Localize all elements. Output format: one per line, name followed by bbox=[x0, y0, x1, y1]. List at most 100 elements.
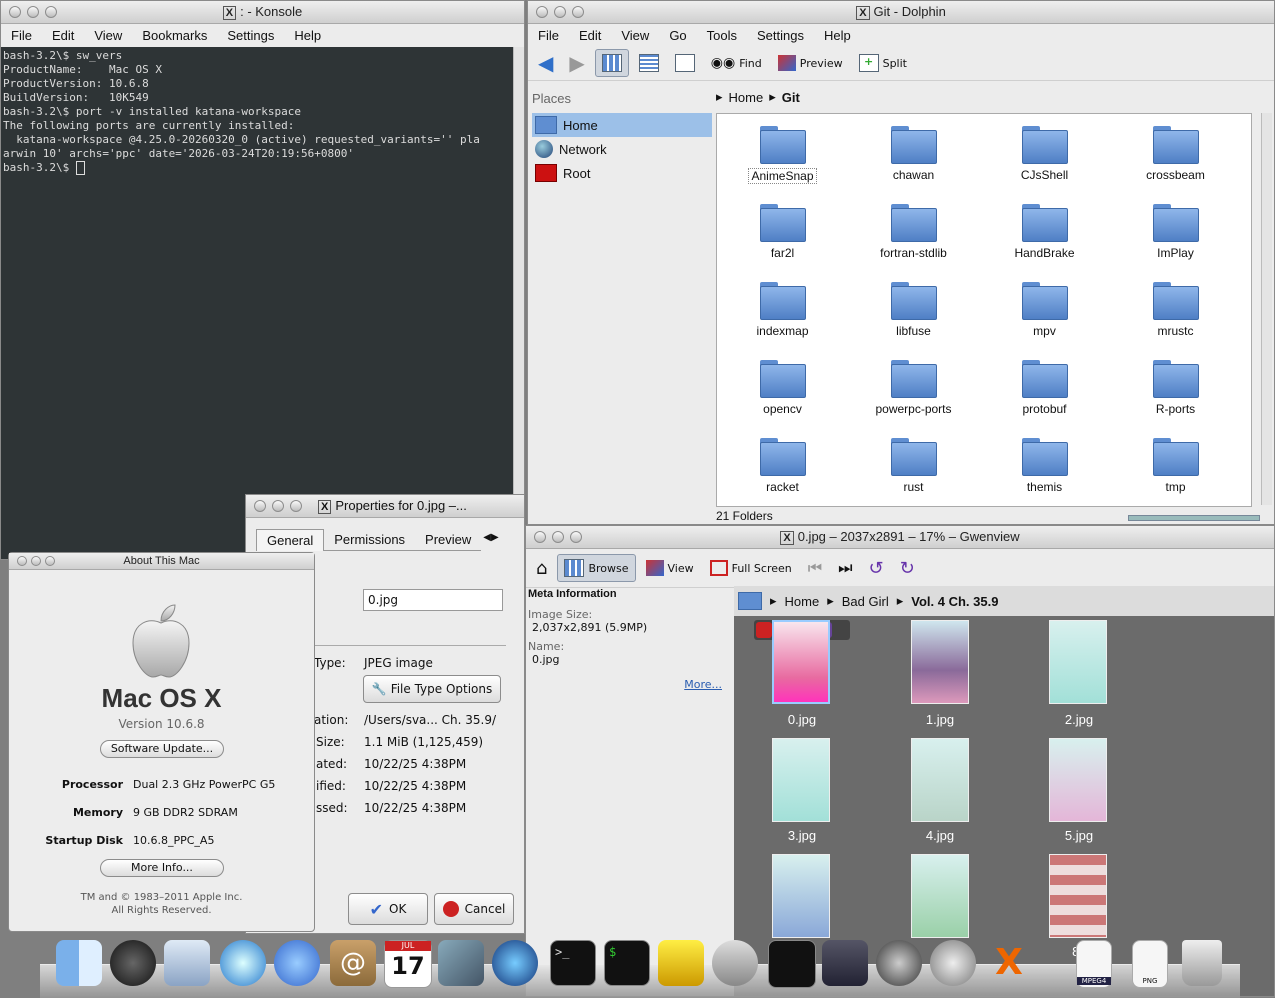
menu-help[interactable]: Help bbox=[814, 28, 861, 43]
file-type-options-button[interactable]: 🔧 File Type Options bbox=[363, 675, 501, 703]
x11-app-icon[interactable]: X bbox=[986, 940, 1032, 986]
folder-item[interactable]: indexmap bbox=[717, 282, 848, 360]
folder-item[interactable]: CJsShell bbox=[979, 126, 1110, 204]
terminal-alt-icon[interactable]: $ bbox=[604, 940, 650, 986]
folder-item[interactable]: AnimeSnap bbox=[717, 126, 848, 204]
folder-item[interactable]: ImPlay bbox=[1110, 204, 1241, 282]
zoom-button[interactable] bbox=[572, 6, 584, 18]
tab-scroll-arrows[interactable]: ◀▶ bbox=[481, 529, 500, 551]
mail-icon[interactable] bbox=[164, 940, 210, 986]
menu-bookmarks[interactable]: Bookmarks bbox=[132, 28, 217, 43]
terminal-output[interactable]: bash-3.2\$ sw_vers ProductName: Mac OS XP… bbox=[1, 47, 514, 559]
menu-view[interactable]: View bbox=[611, 28, 659, 43]
folder-item[interactable]: chawan bbox=[848, 126, 979, 204]
find-button[interactable]: ◉◉ Find bbox=[705, 51, 768, 75]
folder-item[interactable]: tmp bbox=[1110, 438, 1241, 516]
tab-general[interactable]: General bbox=[256, 529, 325, 551]
ichat-icon[interactable] bbox=[274, 940, 320, 986]
details-view-button[interactable] bbox=[633, 50, 665, 76]
tab-permissions[interactable]: Permissions bbox=[324, 529, 416, 551]
menu-tools[interactable]: Tools bbox=[697, 28, 747, 43]
first-image-button[interactable]: ⏮ bbox=[802, 554, 828, 582]
menu-file[interactable]: File bbox=[528, 28, 569, 43]
thumbnail-image[interactable] bbox=[1049, 854, 1107, 938]
minimize-button[interactable] bbox=[31, 556, 41, 566]
folder-item[interactable]: crossbeam bbox=[1110, 126, 1241, 204]
minimize-button[interactable] bbox=[27, 6, 39, 18]
dolphin-titlebar[interactable]: X Git - Dolphin bbox=[528, 1, 1274, 24]
tab-preview[interactable]: Preview bbox=[415, 529, 482, 551]
zoom-button[interactable] bbox=[45, 6, 57, 18]
konsole-titlebar[interactable]: X: - Konsole bbox=[1, 1, 524, 24]
close-button[interactable] bbox=[17, 556, 27, 566]
folder-item[interactable]: libfuse bbox=[848, 282, 979, 360]
menu-edit[interactable]: Edit bbox=[42, 28, 84, 43]
minimize-button[interactable] bbox=[554, 6, 566, 18]
place-home[interactable]: Home bbox=[532, 113, 712, 137]
finder-icon[interactable] bbox=[56, 940, 102, 986]
preview-button[interactable]: Preview bbox=[772, 51, 849, 75]
more-info-button[interactable]: More Info... bbox=[100, 859, 224, 877]
safari-icon[interactable] bbox=[220, 940, 266, 986]
last-image-button[interactable]: ⏭ bbox=[832, 554, 858, 582]
more-link[interactable]: More... bbox=[684, 678, 722, 691]
menu-file[interactable]: File bbox=[1, 28, 42, 43]
thumbnail-image[interactable] bbox=[911, 620, 969, 704]
expose-icon[interactable] bbox=[822, 940, 868, 986]
thumbnail-image[interactable] bbox=[772, 854, 830, 938]
itunes-icon[interactable] bbox=[492, 940, 538, 986]
home-button[interactable]: ⌂ bbox=[530, 554, 553, 583]
minimize-button[interactable] bbox=[552, 531, 564, 543]
folder-item[interactable]: far2l bbox=[717, 204, 848, 282]
disk-utility-icon[interactable] bbox=[712, 940, 758, 986]
columns-view-button[interactable] bbox=[669, 50, 701, 76]
folder-item[interactable]: opencv bbox=[717, 360, 848, 438]
mpeg4-file-icon[interactable]: MPEG4 bbox=[1076, 940, 1112, 988]
zoom-button[interactable] bbox=[290, 500, 302, 512]
address-book-icon[interactable]: @ bbox=[330, 940, 376, 986]
dashboard-icon[interactable] bbox=[110, 940, 156, 986]
yellow-app-icon[interactable] bbox=[658, 940, 704, 986]
activity-monitor-icon[interactable] bbox=[768, 940, 816, 988]
png-file-icon[interactable]: PNG bbox=[1132, 940, 1168, 988]
time-machine-icon[interactable] bbox=[876, 940, 922, 986]
folder-item[interactable]: rust bbox=[848, 438, 979, 516]
place-root[interactable]: Root bbox=[532, 161, 712, 185]
back-button[interactable]: ◀ bbox=[532, 47, 559, 79]
breadcrumb-home[interactable]: Home bbox=[785, 594, 820, 609]
view-button[interactable]: View bbox=[640, 556, 700, 580]
thumbnail-image[interactable] bbox=[772, 620, 830, 704]
folder-item[interactable]: racket bbox=[717, 438, 848, 516]
place-network[interactable]: Network bbox=[532, 137, 712, 161]
thumbnail-image[interactable] bbox=[1049, 738, 1107, 822]
folder-item[interactable]: mrustc bbox=[1110, 282, 1241, 360]
menu-view[interactable]: View bbox=[84, 28, 132, 43]
close-button[interactable] bbox=[536, 6, 548, 18]
ok-button[interactable]: ✔ OK bbox=[348, 893, 428, 925]
grid-scrollbar[interactable] bbox=[1261, 113, 1272, 505]
ical-icon[interactable]: JUL 17 bbox=[384, 940, 432, 988]
menu-settings[interactable]: Settings bbox=[217, 28, 284, 43]
menu-help[interactable]: Help bbox=[284, 28, 331, 43]
fullscreen-button[interactable]: Full Screen bbox=[704, 556, 798, 580]
breadcrumb-home[interactable]: Home bbox=[729, 90, 764, 105]
system-preferences-icon[interactable] bbox=[930, 940, 976, 986]
breadcrumb-bad-girl[interactable]: Bad Girl bbox=[842, 594, 889, 609]
minimize-button[interactable] bbox=[272, 500, 284, 512]
forward-button[interactable]: ▶ bbox=[563, 47, 590, 79]
folder-item[interactable]: mpv bbox=[979, 282, 1110, 360]
breadcrumb-current[interactable]: Vol. 4 Ch. 35.9 bbox=[911, 594, 998, 609]
trash-icon[interactable] bbox=[1182, 940, 1222, 986]
zoom-button[interactable] bbox=[45, 556, 55, 566]
properties-titlebar[interactable]: X Properties for 0.jpg –... bbox=[246, 495, 524, 518]
terminal-scrollbar[interactable] bbox=[513, 47, 524, 559]
folder-item[interactable]: protobuf bbox=[979, 360, 1110, 438]
breadcrumb-git[interactable]: Git bbox=[782, 90, 800, 105]
menu-go[interactable]: Go bbox=[659, 28, 696, 43]
folder-item[interactable]: themis bbox=[979, 438, 1110, 516]
about-titlebar[interactable]: About This Mac bbox=[9, 553, 314, 570]
close-button[interactable] bbox=[9, 6, 21, 18]
zoom-button[interactable] bbox=[570, 531, 582, 543]
rotate-left-button[interactable]: ↺ bbox=[863, 554, 890, 583]
browse-button[interactable]: Browse bbox=[557, 554, 636, 582]
